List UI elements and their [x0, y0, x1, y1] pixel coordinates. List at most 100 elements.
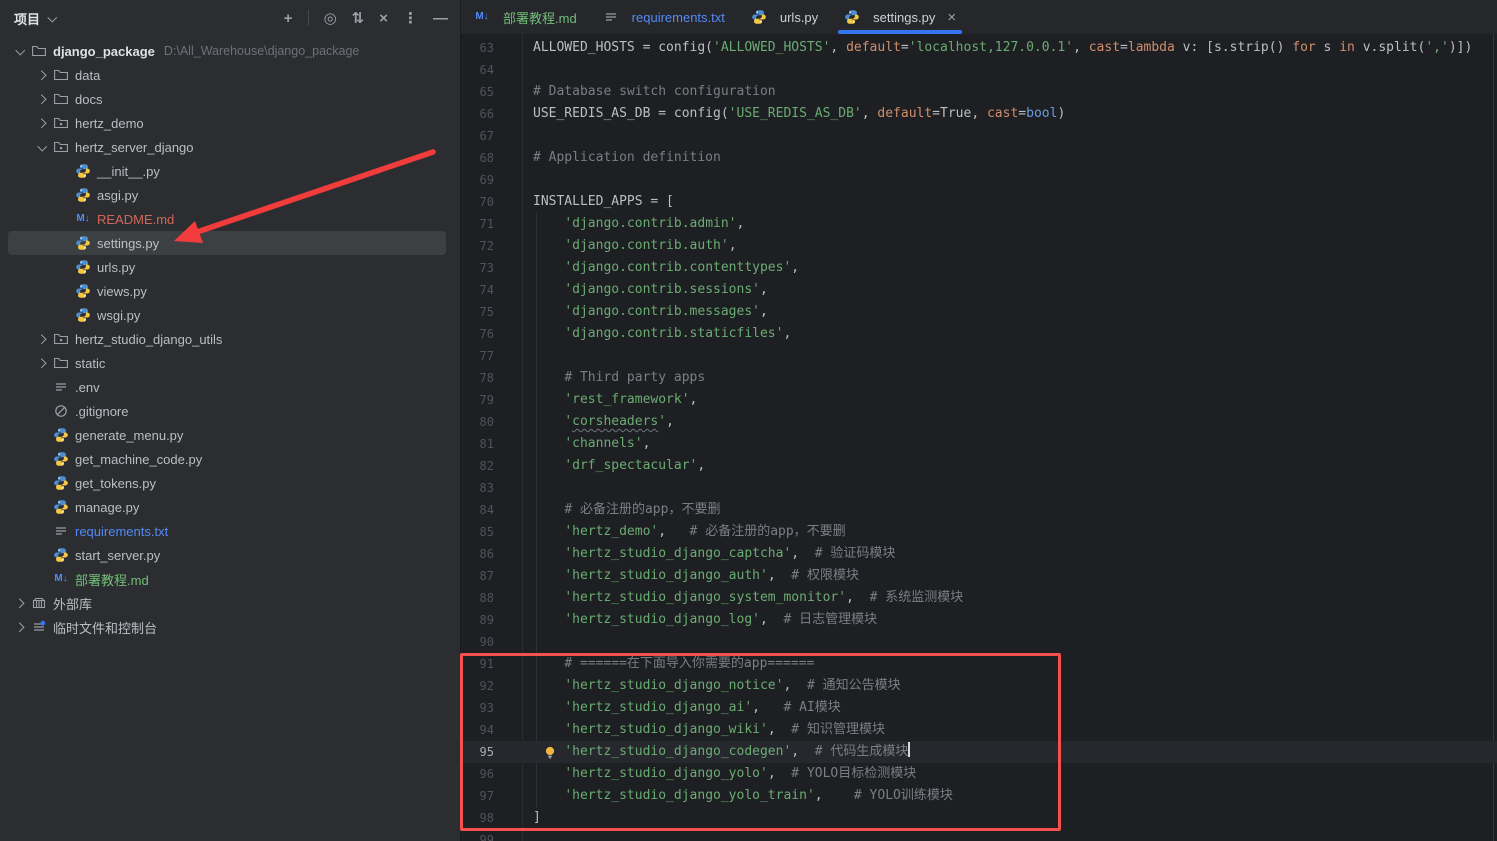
code-line-68[interactable]: 68# Application definition	[461, 147, 1497, 169]
code-line-87[interactable]: 87 'hertz_studio_django_auth', # 权限模块	[461, 565, 1497, 587]
code-line-93[interactable]: 93 'hertz_studio_django_ai', # AI模块	[461, 697, 1497, 719]
tree-item-static[interactable]: static	[0, 351, 460, 375]
code-line-69[interactable]: 69	[461, 169, 1497, 191]
line-number: 95	[461, 741, 494, 763]
chevron-down-icon[interactable]	[12, 43, 28, 59]
line-number: 78	[461, 367, 494, 389]
tree-item-hertz_demo[interactable]: hertz_demo	[0, 111, 460, 135]
tree-item-.gitignore[interactable]: .gitignore	[0, 399, 460, 423]
code-line-78[interactable]: 78 # Third party apps	[461, 367, 1497, 389]
add-icon[interactable]: +	[284, 11, 293, 26]
chevron-down-icon[interactable]	[34, 139, 50, 155]
code-line-65[interactable]: 65# Database switch configuration	[461, 81, 1497, 103]
chevron-right-icon[interactable]	[34, 91, 50, 107]
tab-settings.py[interactable]: settings.py×	[831, 0, 969, 34]
chevron-right-icon[interactable]	[34, 67, 50, 83]
tree-item-settings.py[interactable]: settings.py	[8, 231, 446, 255]
line-number: 93	[461, 697, 494, 719]
code-line-92[interactable]: 92 'hertz_studio_django_notice', # 通知公告模…	[461, 675, 1497, 697]
tree-item-asgi.py[interactable]: asgi.py	[0, 183, 460, 207]
tree-item-urls.py[interactable]: urls.py	[0, 255, 460, 279]
code-line-70[interactable]: 70INSTALLED_APPS = [	[461, 191, 1497, 213]
line-number: 67	[461, 125, 494, 147]
code-line-66[interactable]: 66USE_REDIS_AS_DB = config('USE_REDIS_AS…	[461, 103, 1497, 125]
tree-item-manage.py[interactable]: manage.py	[0, 495, 460, 519]
line-number: 75	[461, 301, 494, 323]
code-line-80[interactable]: 80 'corsheaders',	[461, 411, 1497, 433]
code-line-99[interactable]: 99	[461, 829, 1497, 841]
code-line-64[interactable]: 64	[461, 59, 1497, 81]
tree-item-get_machine_code.py[interactable]: get_machine_code.py	[0, 447, 460, 471]
tab-urls.py[interactable]: urls.py	[738, 0, 831, 34]
code-line-84[interactable]: 84 # 必备注册的app，不要删	[461, 499, 1497, 521]
tree-item-__init__.py[interactable]: __init__.py	[0, 159, 460, 183]
tree-item-部署教程.md[interactable]: M↓部署教程.md	[0, 567, 460, 591]
code-line-89[interactable]: 89 'hertz_studio_django_log', # 日志管理模块	[461, 609, 1497, 631]
tree-item-docs[interactable]: docs	[0, 87, 460, 111]
chevron-right-icon[interactable]	[34, 355, 50, 371]
code-line-85[interactable]: 85 'hertz_demo', # 必备注册的app，不要删	[461, 521, 1497, 543]
tree-item-.env[interactable]: .env	[0, 375, 460, 399]
tree-indent	[34, 499, 50, 515]
tree-item-wsgi.py[interactable]: wsgi.py	[0, 303, 460, 327]
chevron-right-icon[interactable]	[12, 595, 28, 611]
code-text: 'hertz_demo', # 必备注册的app，不要删	[533, 521, 1497, 543]
code-line-77[interactable]: 77	[461, 345, 1497, 367]
line-number: 89	[461, 609, 494, 631]
collapse-all-icon[interactable]: ×	[379, 11, 388, 26]
tree-indent	[56, 187, 72, 203]
code-line-94[interactable]: 94 'hertz_studio_django_wiki', # 知识管理模块	[461, 719, 1497, 741]
code-line-82[interactable]: 82 'drf_spectacular',	[461, 455, 1497, 477]
tree-item-README.md[interactable]: M↓README.md	[0, 207, 460, 231]
chevron-down-icon[interactable]	[44, 10, 60, 26]
code-line-88[interactable]: 88 'hertz_studio_django_system_monitor',…	[461, 587, 1497, 609]
tree-indent	[34, 571, 50, 587]
tree-item-data[interactable]: data	[0, 63, 460, 87]
code-line-74[interactable]: 74 'django.contrib.sessions',	[461, 279, 1497, 301]
python-icon	[75, 187, 91, 203]
code-line-76[interactable]: 76 'django.contrib.staticfiles',	[461, 323, 1497, 345]
code-line-98[interactable]: 98]	[461, 807, 1497, 829]
chevron-right-icon[interactable]	[34, 331, 50, 347]
code-line-73[interactable]: 73 'django.contrib.contenttypes',	[461, 257, 1497, 279]
code-line-79[interactable]: 79 'rest_framework',	[461, 389, 1497, 411]
locate-file-icon[interactable]: ◎	[324, 11, 337, 26]
tab-requirements.txt[interactable]: requirements.txt	[590, 0, 738, 34]
code-line-75[interactable]: 75 'django.contrib.messages',	[461, 301, 1497, 323]
code-line-90[interactable]: 90	[461, 631, 1497, 653]
tree-item-start_server.py[interactable]: start_server.py	[0, 543, 460, 567]
close-tab-icon[interactable]: ×	[947, 10, 956, 25]
tab-部署教程.md[interactable]: M↓部署教程.md	[461, 0, 590, 34]
tree-item-views.py[interactable]: views.py	[0, 279, 460, 303]
tree-item-django_package[interactable]: django_packageD:\All_Warehouse\django_pa…	[0, 39, 460, 63]
code-line-71[interactable]: 71 'django.contrib.admin',	[461, 213, 1497, 235]
more-options-icon[interactable]: ⋮	[403, 11, 418, 26]
code-text: 'drf_spectacular',	[533, 455, 1497, 477]
code-line-95[interactable]: 95 'hertz_studio_django_codegen', # 代码生成…	[461, 741, 1497, 763]
tree-item-generate_menu.py[interactable]: generate_menu.py	[0, 423, 460, 447]
tree-item-hertz_server_django[interactable]: hertz_server_django	[0, 135, 460, 159]
code-editor[interactable]: 63ALLOWED_HOSTS = config('ALLOWED_HOSTS'…	[461, 34, 1497, 841]
tree-indent	[34, 451, 50, 467]
code-line-63[interactable]: 63ALLOWED_HOSTS = config('ALLOWED_HOSTS'…	[461, 37, 1497, 59]
tree-item-临时文件和控制台[interactable]: 临时文件和控制台	[0, 615, 460, 639]
code-text: 'hertz_studio_django_system_monitor', # …	[533, 587, 1497, 609]
code-line-83[interactable]: 83	[461, 477, 1497, 499]
expand-all-icon[interactable]: ⇅	[352, 11, 365, 26]
code-line-81[interactable]: 81 'channels',	[461, 433, 1497, 455]
code-line-72[interactable]: 72 'django.contrib.auth',	[461, 235, 1497, 257]
tree-item-requirements.txt[interactable]: requirements.txt	[0, 519, 460, 543]
code-line-67[interactable]: 67	[461, 125, 1497, 147]
code-text: 'corsheaders',	[533, 411, 1497, 433]
tab-label: urls.py	[780, 10, 818, 25]
chevron-right-icon[interactable]	[34, 115, 50, 131]
code-line-97[interactable]: 97 'hertz_studio_django_yolo_train', # Y…	[461, 785, 1497, 807]
chevron-right-icon[interactable]	[12, 619, 28, 635]
tree-item-hertz_studio_django_utils[interactable]: hertz_studio_django_utils	[0, 327, 460, 351]
hide-panel-icon[interactable]: —	[433, 11, 448, 26]
code-line-91[interactable]: 91 # ======在下面导入你需要的app======	[461, 653, 1497, 675]
tree-item-外部库[interactable]: 外部库	[0, 591, 460, 615]
code-line-86[interactable]: 86 'hertz_studio_django_captcha', # 验证码模…	[461, 543, 1497, 565]
tree-item-get_tokens.py[interactable]: get_tokens.py	[0, 471, 460, 495]
code-line-96[interactable]: 96 'hertz_studio_django_yolo', # YOLO目标检…	[461, 763, 1497, 785]
